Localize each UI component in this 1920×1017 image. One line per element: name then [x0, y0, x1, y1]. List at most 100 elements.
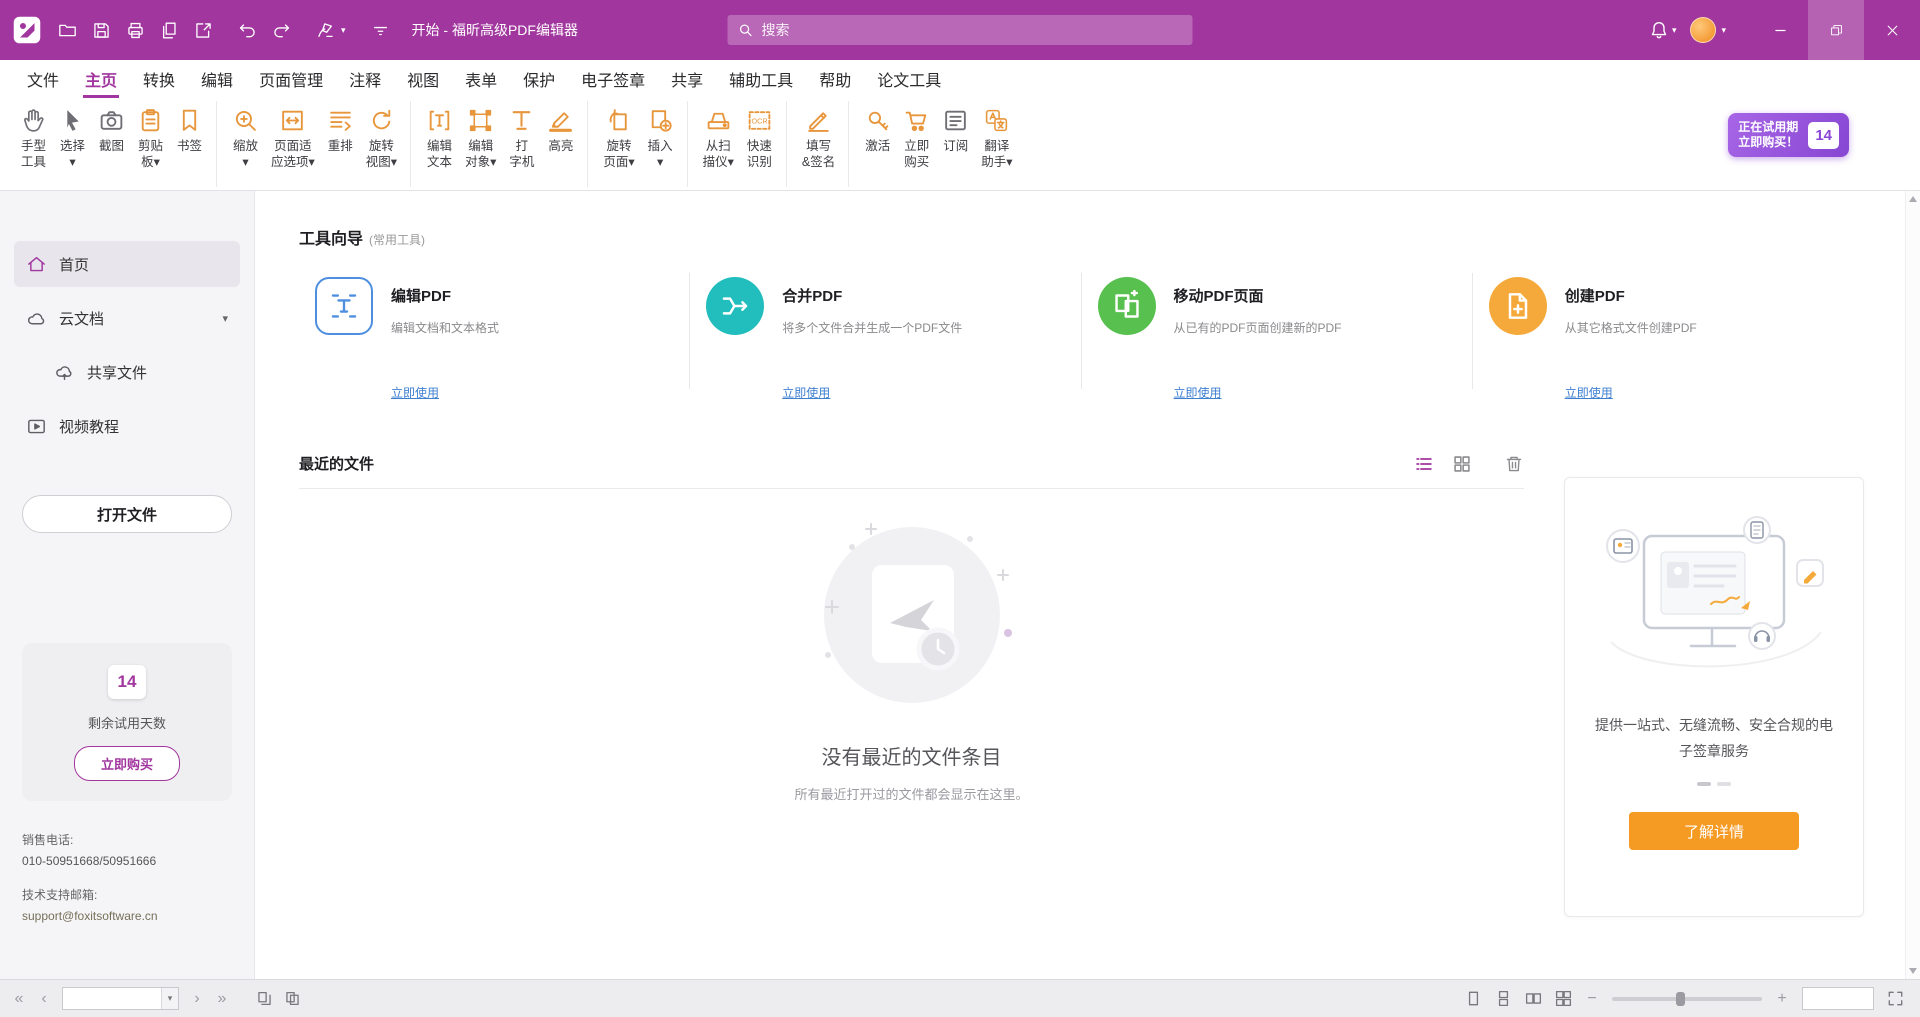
ribbon-button[interactable]: 编辑 对象▾ — [459, 101, 502, 187]
zoom-slider[interactable] — [1612, 997, 1762, 1001]
zoom-out-icon[interactable]: − — [1585, 991, 1599, 1007]
facing-continuous-view-icon[interactable] — [1555, 990, 1572, 1007]
menu-tab[interactable]: 文件 — [14, 60, 72, 98]
tool-card[interactable]: 编辑PDF 编辑文档和文本格式 立即使用 — [299, 271, 690, 423]
tool-card[interactable]: 移动PDF页面 从已有的PDF页面创建新的PDF 立即使用 — [1082, 271, 1473, 423]
open-file-button[interactable]: 打开文件 — [22, 495, 232, 533]
grid-view-icon[interactable] — [1452, 454, 1472, 474]
ribbon-button[interactable]: OCR 快速 识别 — [740, 101, 787, 187]
list-view-icon[interactable] — [1414, 454, 1434, 474]
zoom-slider-thumb[interactable] — [1676, 992, 1685, 1006]
restore-button[interactable] — [1808, 0, 1864, 60]
esign-tool-icon[interactable] — [316, 21, 335, 40]
carousel-dot[interactable] — [1697, 782, 1711, 786]
use-now-link[interactable]: 立即使用 — [1565, 384, 1613, 401]
menu-tab[interactable]: 电子签章 — [568, 60, 658, 98]
previous-view-icon[interactable] — [256, 990, 273, 1007]
ribbon-button[interactable]: 手型 工具 — [14, 101, 53, 187]
menu-tab[interactable]: 页面管理 — [246, 60, 336, 98]
tool-card[interactable]: 创建PDF 从其它格式文件创建PDF 立即使用 — [1473, 271, 1864, 423]
sidebar-item[interactable]: 视频教程 — [14, 403, 240, 449]
notifications-icon[interactable] — [1649, 20, 1669, 40]
menu-tab[interactable]: 论文工具 — [864, 60, 954, 98]
close-button[interactable] — [1864, 0, 1920, 60]
ribbon-button[interactable]: 剪贴 板▾ — [131, 101, 170, 187]
ribbon-button[interactable]: 页面适 应选项▾ — [265, 101, 321, 187]
ribbon-button[interactable]: 高亮 — [541, 101, 588, 187]
buy-now-button[interactable]: 立即购买 — [74, 746, 180, 781]
foxit-logo[interactable] — [12, 15, 42, 45]
search-input[interactable] — [762, 22, 1183, 38]
ribbon-button[interactable]: 截图 — [92, 101, 131, 187]
ribbon-button[interactable]: 编辑 文本 — [420, 101, 459, 187]
sidebar-item[interactable]: 云文档 ▾ — [14, 295, 240, 341]
use-now-link[interactable]: 立即使用 — [391, 384, 439, 401]
facing-view-icon[interactable] — [1525, 990, 1542, 1007]
fullscreen-icon[interactable] — [1887, 990, 1904, 1007]
menu-tab[interactable]: 编辑 — [188, 60, 246, 98]
carousel-dot[interactable] — [1717, 782, 1731, 786]
next-view-icon[interactable] — [284, 990, 301, 1007]
menu-tab[interactable]: 保护 — [510, 60, 568, 98]
ribbon-button[interactable]: 重排 — [321, 101, 360, 187]
menu-tab[interactable]: 表单 — [452, 60, 510, 98]
zoom-value[interactable] — [1802, 987, 1874, 1010]
chevron-down-icon[interactable]: ▾ — [341, 26, 346, 35]
learn-more-button[interactable]: 了解详情 — [1629, 812, 1799, 850]
menu-tab[interactable]: 视图 — [394, 60, 452, 98]
first-page-icon[interactable]: « — [12, 991, 26, 1007]
menu-tab[interactable]: 注释 — [336, 60, 394, 98]
minimize-button[interactable] — [1752, 0, 1808, 60]
global-search[interactable] — [728, 15, 1193, 45]
use-now-link[interactable]: 立即使用 — [782, 384, 830, 401]
scroll-up-icon[interactable] — [1909, 196, 1917, 202]
ribbon-button[interactable]: 订阅 — [936, 101, 975, 187]
ribbon-button[interactable]: 插入 ▾ — [641, 101, 688, 187]
clear-recent-icon[interactable] — [1504, 454, 1524, 474]
next-page-icon[interactable]: › — [190, 991, 204, 1007]
chevron-down-icon[interactable]: ▾ — [222, 312, 228, 325]
support-email[interactable]: support@foxitsoftware.cn — [22, 907, 232, 925]
scroll-down-icon[interactable] — [1909, 968, 1917, 974]
last-page-icon[interactable]: » — [215, 991, 229, 1007]
use-now-link[interactable]: 立即使用 — [1174, 384, 1222, 401]
vertical-scrollbar[interactable] — [1905, 191, 1920, 979]
ribbon-button[interactable]: 从扫 描仪▾ — [697, 101, 740, 187]
prev-page-icon[interactable]: ‹ — [37, 991, 51, 1007]
page-number-input[interactable] — [63, 988, 161, 1009]
ribbon-button[interactable]: 旋转 视图▾ — [360, 101, 411, 187]
continuous-view-icon[interactable] — [1495, 990, 1512, 1007]
avatar[interactable] — [1690, 17, 1716, 43]
ribbon-button[interactable]: 选择 ▾ — [53, 101, 92, 187]
customize-toolbar-icon[interactable] — [371, 21, 390, 40]
copy-document-icon[interactable] — [160, 21, 179, 40]
menu-tab[interactable]: 辅助工具 — [716, 60, 806, 98]
sidebar-item[interactable]: 共享文件 — [14, 349, 240, 395]
ribbon-button[interactable]: 打 字机 — [502, 101, 541, 187]
ribbon-button[interactable]: 翻译 助手▾ — [975, 101, 1018, 187]
trial-buy-badge[interactable]: 正在试用期 立即购买！ 14 — [1728, 113, 1849, 157]
menu-tab[interactable]: 转换 — [130, 60, 188, 98]
menu-tab[interactable]: 共享 — [658, 60, 716, 98]
page-dropdown-icon[interactable]: ▾ — [161, 988, 178, 1009]
ribbon-button[interactable]: 旋转 页面▾ — [597, 101, 640, 187]
ribbon-button[interactable]: 缩放 ▾ — [226, 101, 265, 187]
open-file-icon[interactable] — [58, 21, 77, 40]
menu-tab[interactable]: 帮助 — [806, 60, 864, 98]
ribbon-button[interactable]: 书签 — [170, 101, 217, 187]
redo-icon[interactable] — [272, 21, 291, 40]
sidebar-item[interactable]: 首页 — [14, 241, 240, 287]
ribbon-button[interactable]: 填写 &签名 — [796, 101, 849, 187]
print-icon[interactable] — [126, 21, 145, 40]
menu-tab[interactable]: 主页 — [72, 60, 130, 98]
ribbon-button[interactable]: 激活 — [858, 101, 897, 187]
undo-icon[interactable] — [238, 21, 257, 40]
chevron-down-icon[interactable]: ▾ — [1721, 26, 1726, 35]
export-document-icon[interactable] — [194, 21, 213, 40]
single-page-view-icon[interactable] — [1465, 990, 1482, 1007]
save-icon[interactable] — [92, 21, 111, 40]
chevron-down-icon[interactable]: ▾ — [1672, 26, 1677, 35]
tool-card[interactable]: 合并PDF 将多个文件合并生成一个PDF文件 立即使用 — [690, 271, 1081, 423]
ribbon-button[interactable]: 立即 购买 — [897, 101, 936, 187]
zoom-in-icon[interactable]: + — [1775, 991, 1789, 1007]
